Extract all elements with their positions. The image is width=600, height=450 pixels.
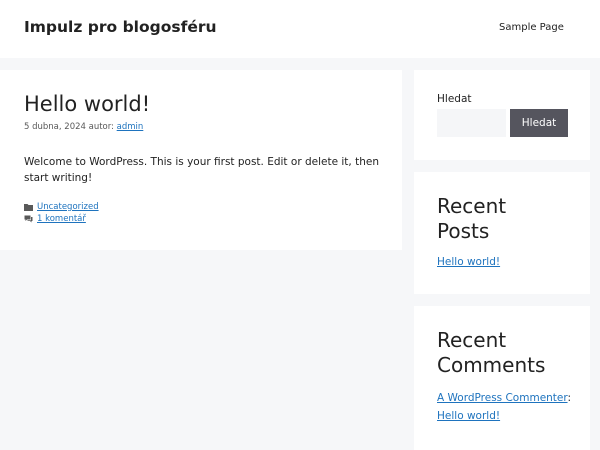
post-category-line: Uncategorized xyxy=(24,202,99,212)
recent-post-link[interactable]: Hello world! xyxy=(437,256,500,268)
post-card: Hello world! 5 dubna, 2024 autor: admin … xyxy=(0,70,402,250)
post-date[interactable]: 5 dubna, 2024 xyxy=(24,122,86,132)
nav-item-sample-page[interactable]: Sample Page xyxy=(499,22,564,33)
recent-comment-item: A WordPress Commenter: xyxy=(437,392,571,404)
comment-separator: : xyxy=(567,392,572,404)
search-button[interactable]: Hledat xyxy=(510,109,568,137)
recent-posts-title-line1: Recent xyxy=(437,194,507,218)
recent-posts-title: Recent Posts xyxy=(437,194,577,244)
recent-comments-title: Recent Comments xyxy=(437,328,577,378)
comment-post-link[interactable]: Hello world! xyxy=(437,410,500,422)
search-widget: Hledat Hledat xyxy=(414,70,590,160)
comment-author-link[interactable]: A WordPress Commenter xyxy=(437,392,568,404)
site-title[interactable]: Impulz pro blogosféru xyxy=(24,18,217,36)
post-title[interactable]: Hello world! xyxy=(24,92,150,116)
folder-icon xyxy=(24,203,33,211)
recent-posts-title-line2: Posts xyxy=(437,219,490,243)
recent-comments-widget: Recent Comments A WordPress Commenter: H… xyxy=(414,306,590,450)
comment-icon xyxy=(24,215,33,223)
category-link[interactable]: Uncategorized xyxy=(37,202,99,212)
recent-comments-title-line2: Comments xyxy=(437,353,546,377)
site-header: Impulz pro blogosféru Sample Page xyxy=(0,0,600,58)
recent-posts-widget: Recent Posts Hello world! xyxy=(414,172,590,294)
post-meta: 5 dubna, 2024 autor: admin xyxy=(24,122,143,132)
author-prefix: autor: xyxy=(88,122,114,132)
comments-link[interactable]: 1 komentář xyxy=(37,214,86,224)
page-edge xyxy=(590,70,600,450)
post-content: Welcome to WordPress. This is your first… xyxy=(24,156,379,184)
search-label: Hledat xyxy=(437,93,472,105)
author-link[interactable]: admin xyxy=(117,122,144,132)
post-comments-line: 1 komentář xyxy=(24,214,86,224)
recent-comments-title-line1: Recent xyxy=(437,328,507,352)
search-input[interactable] xyxy=(437,109,506,137)
